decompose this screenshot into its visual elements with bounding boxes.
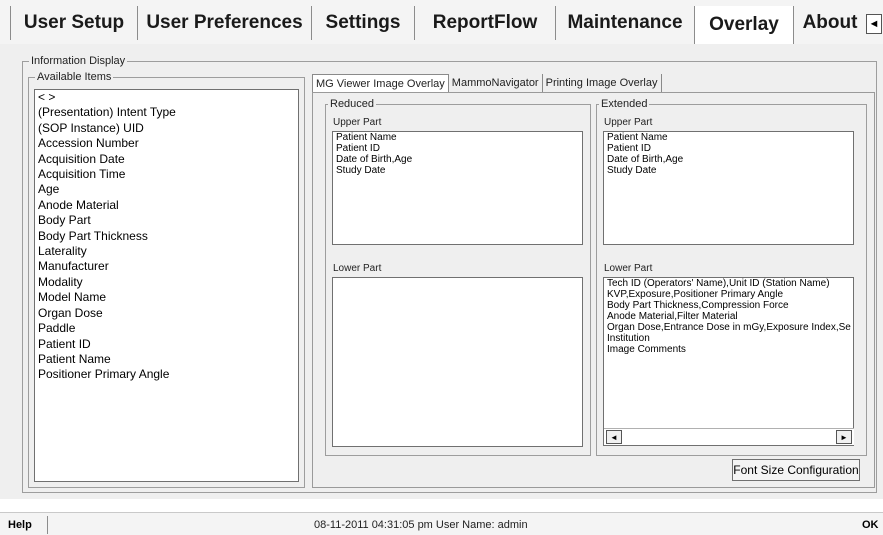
extended-lower-part-label: Lower Part xyxy=(604,263,653,274)
tab-user-setup[interactable]: User Setup xyxy=(10,6,137,40)
extended-lower-item[interactable]: Image Comments xyxy=(604,344,853,355)
subtab-mg-viewer-image-overlay[interactable]: MG Viewer Image Overlay xyxy=(312,74,449,92)
available-item[interactable]: Age xyxy=(35,182,298,197)
extended-lower-item[interactable]: Organ Dose,Entrance Dose in mGy,Exposure… xyxy=(604,322,853,333)
available-item[interactable]: Laterality xyxy=(35,244,298,259)
tab-reportflow[interactable]: ReportFlow xyxy=(414,6,555,40)
available-item[interactable]: Manufacturer xyxy=(35,259,298,274)
available-item[interactable]: Acquisition Time xyxy=(35,167,298,182)
available-item[interactable]: Organ Dose xyxy=(35,306,298,321)
tab-about[interactable]: About xyxy=(794,6,866,40)
reduced-upper-item[interactable]: Date of Birth,Age xyxy=(333,154,582,165)
reduced-legend: Reduced xyxy=(328,97,377,111)
reduced-upper-item[interactable]: Patient ID xyxy=(333,143,582,154)
extended-lower-item[interactable]: KVP,Exposure,Positioner Primary Angle xyxy=(604,289,853,300)
available-item[interactable]: < > xyxy=(35,90,298,105)
available-item[interactable]: Positioner Primary Angle xyxy=(35,367,298,382)
available-item[interactable]: Body Part Thickness xyxy=(35,229,298,244)
available-item[interactable]: Paddle xyxy=(35,321,298,336)
available-item[interactable]: Accession Number xyxy=(35,136,298,151)
available-item[interactable]: Patient Name xyxy=(35,352,298,367)
reduced-lower-part-label: Lower Part xyxy=(333,263,382,274)
main-tab-bar: User Setup User Preferences Settings Rep… xyxy=(0,0,883,44)
extended-upper-part-label: Upper Part xyxy=(604,117,653,128)
subtab-mammonavigator[interactable]: MammoNavigator xyxy=(449,74,543,92)
available-items-list[interactable]: < > (Presentation) Intent Type (SOP Instan… xyxy=(34,89,299,482)
extended-upper-item[interactable]: Date of Birth,Age xyxy=(604,154,853,165)
information-display-legend: Information Display xyxy=(29,54,128,68)
subtab-printing-image-overlay[interactable]: Printing Image Overlay xyxy=(543,74,662,92)
extended-lower-item[interactable]: Body Part Thickness,Compression Force xyxy=(604,300,853,311)
tab-maintenance[interactable]: Maintenance xyxy=(555,6,694,40)
available-item[interactable]: Patient ID xyxy=(35,337,298,352)
available-item[interactable]: Model Name xyxy=(35,290,298,305)
extended-lower-horizontal-scrollbar[interactable]: ◄ ► xyxy=(604,428,854,445)
extended-upper-item[interactable]: Patient Name xyxy=(604,132,853,143)
scroll-left-icon[interactable]: ◄ xyxy=(606,430,622,444)
reduced-upper-part-list[interactable]: Patient Name Patient ID Date of Birth,Age S… xyxy=(332,131,583,245)
status-text: 08-11-2011 04:31:05 pm User Name: admin xyxy=(314,519,528,531)
extended-lower-item[interactable]: Institution xyxy=(604,333,853,344)
help-button[interactable]: Help xyxy=(0,516,48,534)
tab-user-preferences[interactable]: User Preferences xyxy=(137,6,311,40)
available-item[interactable]: Body Part xyxy=(35,213,298,228)
tab-settings[interactable]: Settings xyxy=(311,6,414,40)
available-items-legend: Available Items xyxy=(35,70,114,84)
extended-upper-item[interactable]: Patient ID xyxy=(604,143,853,154)
font-size-configuration-button[interactable]: Font Size Configuration xyxy=(732,459,860,481)
available-item[interactable]: Modality xyxy=(35,275,298,290)
tab-overlay[interactable]: Overlay xyxy=(694,6,794,44)
available-item[interactable]: Acquisition Date xyxy=(35,152,298,167)
tab-scroll-left-icon[interactable]: ◄ xyxy=(866,14,882,34)
extended-upper-item[interactable]: Study Date xyxy=(604,165,853,176)
extended-lower-part-list[interactable]: Tech ID (Operators' Name),Unit ID (Stati… xyxy=(603,277,854,446)
extended-lower-item[interactable]: Tech ID (Operators' Name),Unit ID (Stati… xyxy=(604,278,853,289)
available-item[interactable]: (Presentation) Intent Type xyxy=(35,105,298,120)
status-bar: Help 08-11-2011 04:31:05 pm User Name: a… xyxy=(0,512,883,535)
extended-upper-part-list[interactable]: Patient Name Patient ID Date of Birth,Age S… xyxy=(603,131,854,245)
ok-button[interactable]: OK xyxy=(862,519,879,531)
overlay-subtab-bar: MG Viewer Image Overlay MammoNavigator P… xyxy=(312,74,662,92)
reduced-upper-item[interactable]: Study Date xyxy=(333,165,582,176)
available-item[interactable]: (SOP Instance) UID xyxy=(35,121,298,136)
available-item[interactable]: Anode Material xyxy=(35,198,298,213)
extended-lower-item[interactable]: Anode Material,Filter Material xyxy=(604,311,853,322)
extended-legend: Extended xyxy=(599,97,650,111)
scroll-right-icon[interactable]: ► xyxy=(836,430,852,444)
reduced-upper-part-label: Upper Part xyxy=(333,117,382,128)
reduced-lower-part-list[interactable] xyxy=(332,277,583,447)
reduced-upper-item[interactable]: Patient Name xyxy=(333,132,582,143)
